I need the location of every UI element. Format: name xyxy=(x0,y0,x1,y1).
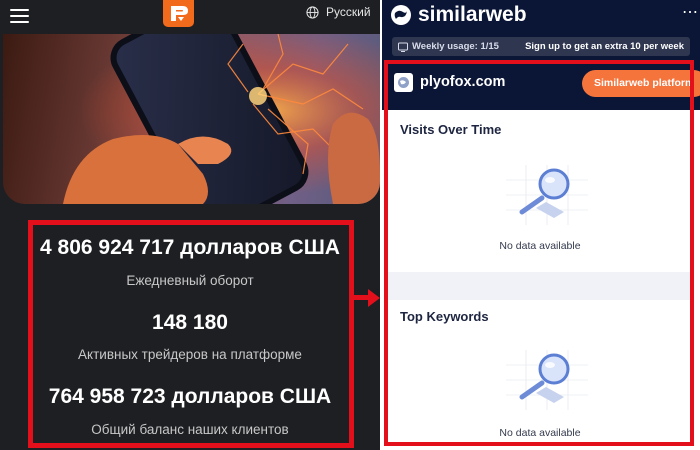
usage-banner[interactable]: Weekly usage: 1/15 Sign up to get an ext… xyxy=(392,37,690,56)
site-header: Русский xyxy=(0,0,380,34)
hand-phone-illustration xyxy=(3,34,380,204)
menu-icon[interactable] xyxy=(10,9,29,23)
site-logo[interactable] xyxy=(163,0,194,27)
usage-signup-link[interactable]: Sign up to get an extra 10 per week xyxy=(525,41,684,52)
similarweb-logo-icon xyxy=(391,5,411,25)
language-selector[interactable]: Русский xyxy=(306,4,371,20)
hero-image xyxy=(3,34,380,204)
usage-text: Weekly usage: 1/15 xyxy=(412,41,499,52)
similarweb-header: similarweb ⋯ Weekly usage: 1/15 Sign up … xyxy=(382,0,700,62)
right-panel: similarweb ⋯ Weekly usage: 1/15 Sign up … xyxy=(382,0,700,450)
more-options-icon[interactable]: ⋯ xyxy=(682,2,699,22)
globe-icon xyxy=(306,5,319,19)
similarweb-brand: similarweb xyxy=(390,2,527,28)
language-label: Русский xyxy=(326,5,371,19)
stat-value: 764 958 723 долларов США xyxy=(48,385,332,408)
stat-label: Ежедневный оборот xyxy=(126,273,254,288)
connector-arrow-icon xyxy=(368,289,380,307)
screenshot-root: Русский 4 806 924 717 долларов США Ежедн… xyxy=(0,0,700,450)
stat-label: Активных трейдеров на платформе xyxy=(78,347,302,362)
usage-icon xyxy=(398,42,408,52)
left-panel: Русский 4 806 924 717 долларов США Ежедн… xyxy=(0,0,380,450)
logo-mark-icon xyxy=(171,6,188,21)
stat-value: 148 180 xyxy=(152,311,228,334)
extension-highlight-box xyxy=(384,60,694,446)
stat-label: Общий баланс наших клиентов xyxy=(91,422,289,437)
brand-name: similarweb xyxy=(418,3,527,26)
stat-value: 4 806 924 717 долларов США xyxy=(40,236,340,259)
